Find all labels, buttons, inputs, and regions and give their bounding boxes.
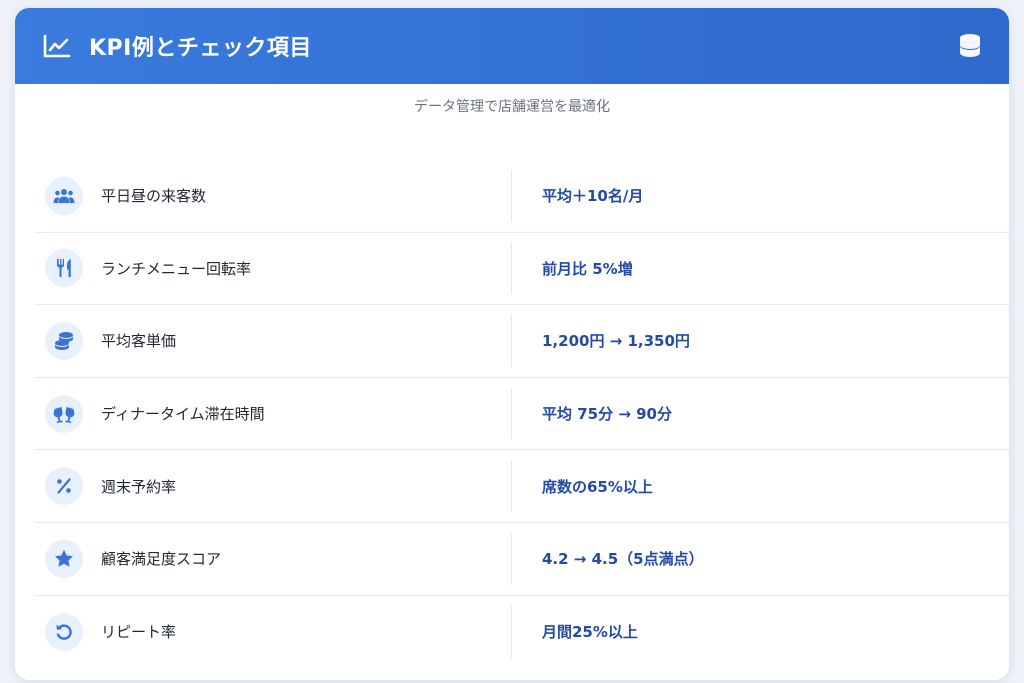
kpi-row: ランチメニュー回転率 前月比 5%増	[35, 233, 1009, 306]
kpi-value: 前月比 5%増	[542, 259, 633, 278]
kpi-card: KPI例とチェック項目 データ管理で店舗運営を最適化 平日昼の来客数 平均＋10…	[15, 8, 1009, 680]
kpi-row: 顧客満足度スコア 4.2 → 4.5（5点満点）	[35, 523, 1009, 596]
kpi-label: 顧客満足度スコア	[101, 550, 222, 569]
column-divider	[511, 532, 512, 585]
subtitle: データ管理で店舗運営を最適化	[414, 99, 610, 115]
undo-icon	[45, 612, 83, 651]
kpi-value: 平均 75分 → 90分	[542, 405, 672, 424]
kpi-list: 平日昼の来客数 平均＋10名/月 ランチメニュー回転率 前月比 5%増 平均客単…	[35, 160, 1009, 668]
coins-icon	[45, 321, 83, 360]
kpi-row: 平均客単価 1,200円 → 1,350円	[35, 305, 1009, 378]
kpi-label: 週末予約率	[101, 477, 177, 496]
kpi-value: 平均＋10名/月	[542, 187, 644, 206]
users-icon	[45, 176, 83, 215]
glasses-cheers-icon	[45, 394, 83, 433]
kpi-label: 平均客単価	[101, 332, 177, 351]
kpi-label: ランチメニュー回転率	[101, 259, 252, 278]
kpi-row: ディナータイム滞在時間 平均 75分 → 90分	[35, 378, 1009, 451]
kpi-label: リピート率	[101, 623, 177, 642]
column-divider	[511, 605, 512, 659]
column-divider	[511, 460, 512, 512]
kpi-row: リピート率 月間25%以上	[35, 596, 1009, 669]
star-icon	[45, 539, 83, 578]
kpi-value: 4.2 → 4.5（5点満点）	[542, 550, 704, 569]
kpi-value: 月間25%以上	[542, 623, 638, 642]
page-title: KPI例とチェック項目	[89, 36, 312, 61]
kpi-value: 席数の65%以上	[542, 477, 653, 496]
column-divider	[511, 315, 512, 367]
card-header: KPI例とチェック項目	[15, 8, 1009, 84]
kpi-label: ディナータイム滞在時間	[101, 405, 265, 424]
kpi-value: 1,200円 → 1,350円	[542, 332, 690, 351]
kpi-label: 平日昼の来客数	[101, 187, 207, 206]
percent-icon	[45, 467, 83, 506]
line-chart-icon	[43, 31, 73, 61]
column-divider	[511, 387, 512, 440]
column-divider	[511, 170, 512, 222]
column-divider	[511, 242, 512, 295]
database-icon[interactable]	[957, 33, 983, 59]
utensils-icon	[45, 249, 83, 288]
kpi-row: 週末予約率 席数の65%以上	[35, 450, 1009, 523]
kpi-row: 平日昼の来客数 平均＋10名/月	[35, 160, 1009, 233]
